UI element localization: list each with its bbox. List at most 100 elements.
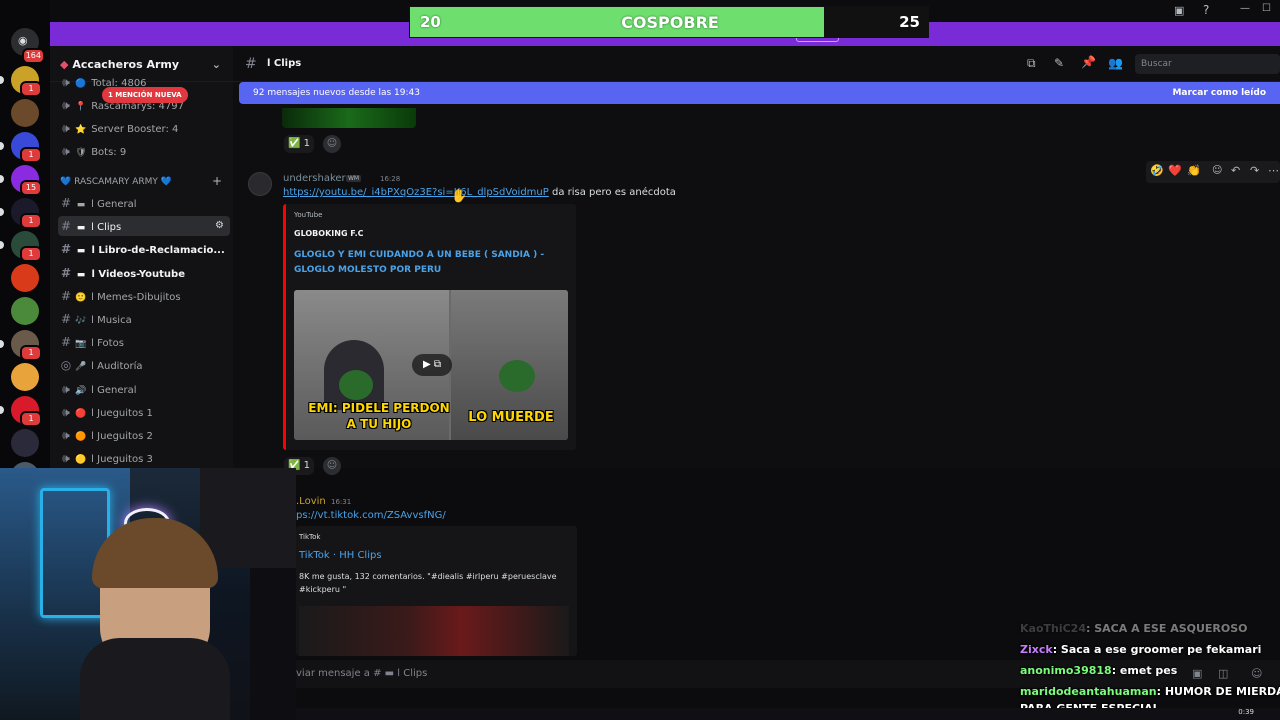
channel-label: l Clips	[88, 222, 122, 234]
channel-label: l Jueguitos 1	[88, 407, 153, 419]
channel-emoji: 🔴	[75, 408, 87, 419]
server-icon[interactable]	[11, 264, 39, 292]
role-tag: WM	[346, 175, 362, 182]
video-thumbnail[interactable]	[299, 606, 569, 656]
youtube-link[interactable]: https://youtu.be/_i4bPXqOz3E?si=K6L_dlpS…	[283, 187, 549, 198]
message-time: 16:31	[331, 498, 352, 506]
unread-badge: 1	[20, 411, 42, 427]
server-icon[interactable]	[11, 429, 39, 457]
forward-icon[interactable]: ↷	[1250, 164, 1259, 177]
mute-icon[interactable]: ✎	[1054, 56, 1064, 70]
unread-badge: 1	[20, 213, 42, 229]
server-icon[interactable]: 1	[0, 198, 42, 229]
video-thumbnail[interactable]: EMI: PIDELE PERDON A TU HIJO LO MUERDE ▶…	[294, 290, 568, 440]
channel-emoji: 🔊	[75, 385, 87, 396]
message-author[interactable]: .Lovin	[296, 496, 326, 507]
add-reaction-icon[interactable]: ☺	[323, 135, 341, 153]
stat-emoji: 🛡	[75, 148, 87, 158]
reaction-clap-icon[interactable]: 👏	[1187, 164, 1201, 177]
speaker-icon: 🕪	[62, 98, 70, 112]
chat-message: anonimo39818: emet pes	[1020, 664, 1177, 677]
settings-icon[interactable]: ⚙	[215, 216, 224, 236]
server-icon[interactable]: 15	[0, 165, 42, 196]
unread-pip	[0, 241, 4, 249]
channel-item[interactable]: # 📷 l Fotos	[58, 332, 230, 352]
server-icon[interactable]: 1	[0, 132, 42, 163]
previous-embed-image[interactable]	[282, 108, 416, 128]
mark-read-button[interactable]: Marcar como leído	[1172, 82, 1266, 104]
hash-icon: #	[60, 196, 72, 210]
sticker-icon[interactable]: ◫	[1218, 667, 1228, 680]
reply-icon[interactable]: ↶	[1231, 164, 1240, 177]
speaker-icon: 🕪	[62, 121, 70, 135]
reaction-chip[interactable]: ✅ 1	[284, 135, 315, 153]
inbox-icon[interactable]: ▣	[1174, 4, 1184, 17]
add-reaction-icon[interactable]: ☺	[1212, 165, 1222, 176]
help-icon[interactable]: ?	[1203, 3, 1209, 17]
channel-item[interactable]: 🕪 🟠 l Jueguitos 2	[58, 425, 230, 445]
channel-label: Bots: 9	[91, 147, 127, 158]
channel-item[interactable]: 🕪 🔊 l General	[58, 379, 230, 399]
tiktok-link[interactable]: ps://vt.tiktok.com/ZSAvvsfNG/	[296, 510, 446, 521]
server-icon[interactable]	[11, 297, 39, 325]
channel-emoji: ▬	[76, 246, 86, 257]
stat-emoji: 🔵	[75, 79, 87, 89]
channel-item[interactable]: ◎ 🎤 l Auditoría	[58, 355, 230, 375]
server-icon[interactable]	[11, 99, 39, 127]
embed-title[interactable]: TikTok · HH Clips	[299, 550, 382, 561]
maximize-button[interactable]: ☐	[1262, 3, 1271, 14]
avatar[interactable]	[248, 172, 272, 196]
channel-name: l Clips	[267, 58, 302, 69]
server-icon[interactable]	[11, 363, 39, 391]
server-icon[interactable]: 1	[0, 66, 42, 97]
speaker-icon: 🕪	[62, 428, 70, 442]
embed-title[interactable]: GLOGLO Y EMI CUIDANDO A UN BEBE ( SANDIA…	[294, 248, 564, 278]
reaction-rofl-icon[interactable]: 🤣	[1150, 164, 1164, 177]
message-author[interactable]: undershaker	[283, 173, 346, 184]
tiktok-embed: TikTok TikTok · HH Clips 8K me gusta, 13…	[296, 526, 577, 656]
pin-icon[interactable]: 📌	[1081, 55, 1096, 69]
channel-label: l General	[88, 199, 137, 210]
search-box[interactable]: Buscar	[1135, 54, 1280, 74]
add-channel-icon[interactable]: +	[212, 174, 222, 188]
stat-voice-channel[interactable]: 🕪 🛡 Bots: 9	[58, 141, 230, 161]
stage-icon: ◎	[60, 358, 72, 373]
chat-username: Zixck	[1020, 643, 1053, 656]
embed-author[interactable]: GLOBOKING F.C	[294, 229, 364, 238]
channel-item[interactable]: # 🎶 l Musica	[58, 309, 230, 329]
chat-text: : Saca a ese groomer pe fekamari	[1052, 643, 1262, 656]
channel-emoji: 🎶	[75, 316, 87, 326]
chat-message: maridodeantahuaman: HUMOR DE MIERDA	[1020, 685, 1280, 698]
members-icon[interactable]: 👥	[1108, 56, 1123, 70]
channel-item[interactable]: # ▬ l Videos-Youtube	[58, 263, 230, 283]
unread-badge: 1	[20, 246, 42, 262]
channel-item[interactable]: # ▬ l Libro-de-Reclamacio...	[58, 239, 230, 259]
reaction-heart-icon[interactable]: ❤️	[1168, 164, 1182, 177]
home-button[interactable]: ◉ 164	[11, 28, 45, 64]
mention-pill[interactable]: 1 MENCIÓN NUEVA	[102, 87, 188, 103]
speaker-icon: 🕪	[62, 144, 70, 158]
channel-item[interactable]: # ▬ l Clips ⚙	[58, 216, 230, 237]
gift-icon[interactable]: ▣	[1192, 667, 1202, 680]
more-icon[interactable]: ⋯	[1268, 164, 1279, 177]
scoreboard-overlay: 20 COSPOBRE 25	[409, 6, 929, 38]
stat-voice-channel[interactable]: 🕪 ⭐ Server Booster: 4	[58, 118, 230, 138]
minimize-button[interactable]: —	[1240, 3, 1250, 14]
channel-item[interactable]: # ▬ l General	[58, 193, 230, 213]
channel-item[interactable]: 🕪 🔴 l Jueguitos 1	[58, 402, 230, 422]
server-icon[interactable]: 1	[0, 231, 42, 262]
channel-item[interactable]: 🕪 🟡 l Jueguitos 3	[58, 448, 230, 468]
category-header[interactable]: 💙 RASCAMARY ARMY 💙	[60, 177, 172, 187]
new-messages-bar[interactable]: 92 mensajes nuevos desde las 19:43 Marca…	[239, 82, 1280, 104]
mouse-cursor-icon: ✋	[451, 189, 468, 204]
channel-emoji: 🟠	[75, 432, 87, 442]
channel-label: Server Booster: 4	[91, 124, 179, 135]
channel-label: l Fotos	[88, 338, 124, 350]
channel-item[interactable]: # 🙂 l Memes-Dibujitos	[58, 286, 230, 306]
add-reaction-icon[interactable]: ☺	[323, 457, 341, 475]
emoji-icon[interactable]: ☺	[1251, 667, 1262, 680]
server-icon[interactable]: 1	[0, 330, 42, 361]
server-icon[interactable]: 1	[0, 396, 42, 427]
play-button[interactable]: ▶ ⧉	[412, 354, 452, 376]
threads-icon[interactable]: ⧉	[1027, 56, 1036, 71]
